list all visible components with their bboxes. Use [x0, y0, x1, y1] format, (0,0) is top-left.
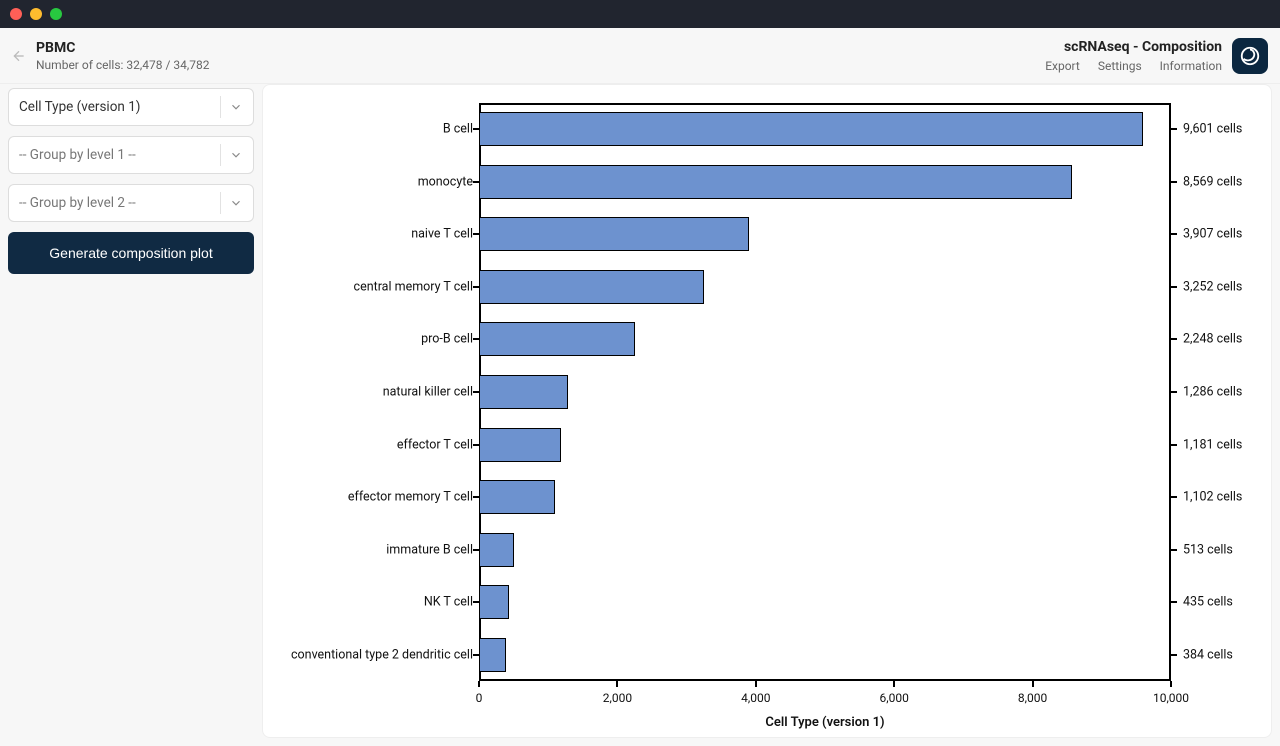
cell-type-select[interactable]: Cell Type (version 1)	[8, 88, 254, 126]
bar	[479, 533, 514, 567]
y-tick-right	[1171, 286, 1177, 288]
x-axis-title: Cell Type (version 1)	[479, 715, 1171, 730]
y-tick-right	[1171, 496, 1177, 498]
chevron-down-icon	[229, 148, 243, 162]
header-right: scRNAseq - Composition Export Settings I…	[1045, 39, 1222, 73]
bar	[479, 322, 635, 356]
value-label: 513 cells	[1183, 542, 1233, 557]
y-tick-right	[1171, 654, 1177, 656]
y-category-label: conventional type 2 dendritic cell	[291, 647, 473, 662]
x-tick	[1170, 681, 1172, 687]
bar	[479, 375, 568, 409]
value-label: 2,248 cells	[1183, 332, 1242, 347]
arrow-left-icon	[11, 48, 27, 64]
chevron-down-icon	[229, 196, 243, 210]
export-link[interactable]: Export	[1045, 59, 1080, 73]
cell-type-select-value: Cell Type (version 1)	[19, 99, 141, 115]
mac-titlebar	[0, 0, 1280, 28]
x-tick	[478, 681, 480, 687]
module-title: scRNAseq - Composition	[1064, 39, 1222, 55]
group-level-1-value: -- Group by level 1 --	[19, 147, 136, 163]
x-tick	[616, 681, 618, 687]
bar	[479, 428, 561, 462]
y-tick-right	[1171, 391, 1177, 393]
y-tick-right	[1171, 338, 1177, 340]
y-tick-right	[1171, 233, 1177, 235]
y-category-label: monocyte	[418, 174, 473, 189]
y-tick-right	[1171, 181, 1177, 183]
settings-link[interactable]: Settings	[1098, 59, 1142, 73]
logo-swirl-icon	[1239, 45, 1261, 67]
bar	[479, 112, 1143, 146]
x-tick-label: 4,000	[741, 691, 770, 705]
value-label: 8,569 cells	[1183, 174, 1242, 189]
composition-bar-chart: Cell Type (version 1) B cell9,601 cellsm…	[281, 103, 1253, 725]
x-tick	[1032, 681, 1034, 687]
value-label: 9,601 cells	[1183, 122, 1242, 137]
x-tick-label: 8,000	[1018, 691, 1047, 705]
bar	[479, 270, 704, 304]
value-label: 1,181 cells	[1183, 437, 1242, 452]
y-category-label: central memory T cell	[354, 279, 473, 294]
select-divider	[220, 144, 221, 166]
group-level-2-select[interactable]: -- Group by level 2 --	[8, 184, 254, 222]
select-divider	[220, 96, 221, 118]
group-level-1-select[interactable]: -- Group by level 1 --	[8, 136, 254, 174]
title-block: PBMC Number of cells: 32,478 / 34,782	[36, 40, 209, 72]
y-category-label: effector T cell	[397, 437, 473, 452]
x-tick-label: 10,000	[1153, 691, 1189, 705]
y-category-label: natural killer cell	[383, 385, 473, 400]
chart-panel: Cell Type (version 1) B cell 9,601 cells m…	[262, 84, 1272, 738]
top-bar: PBMC Number of cells: 32,478 / 34,782 sc…	[0, 28, 1280, 84]
back-button[interactable]	[8, 45, 30, 67]
cell-count-subtitle: Number of cells: 32,478 / 34,782	[36, 58, 209, 72]
chevron-down-icon	[229, 100, 243, 114]
y-category-label: NK T cell	[424, 595, 473, 610]
y-category-label: effector memory T cell	[348, 490, 473, 505]
bar	[479, 480, 555, 514]
value-label: 1,286 cells	[1183, 385, 1242, 400]
value-label: 3,907 cells	[1183, 227, 1242, 242]
bar	[479, 217, 749, 251]
select-divider	[220, 192, 221, 214]
value-label: 1,102 cells	[1183, 490, 1242, 505]
x-tick	[755, 681, 757, 687]
page-title: PBMC	[36, 40, 209, 56]
value-label: 435 cells	[1183, 595, 1233, 610]
y-category-label: naive T cell	[411, 227, 473, 242]
y-category-label: immature B cell	[386, 542, 473, 557]
bar	[479, 638, 506, 672]
window-minimize-button[interactable]	[30, 8, 42, 20]
y-tick-right	[1171, 128, 1177, 130]
group-level-2-value: -- Group by level 2 --	[19, 195, 136, 211]
x-tick-label: 2,000	[603, 691, 632, 705]
x-tick-label: 0	[476, 691, 483, 705]
window-maximize-button[interactable]	[50, 8, 62, 20]
y-category-label: B cell	[443, 122, 473, 137]
y-tick-right	[1171, 601, 1177, 603]
sidebar: Cell Type (version 1) -- Group by level …	[8, 84, 254, 738]
header-links: Export Settings Information	[1045, 59, 1222, 73]
y-tick-right	[1171, 549, 1177, 551]
y-category-label: pro-B cell	[421, 332, 473, 347]
app-logo	[1232, 38, 1268, 74]
information-link[interactable]: Information	[1160, 59, 1222, 73]
value-label: 384 cells	[1183, 647, 1233, 662]
bar	[479, 585, 509, 619]
x-tick-label: 6,000	[880, 691, 909, 705]
main-area: Cell Type (version 1) -- Group by level …	[0, 84, 1280, 746]
x-tick	[893, 681, 895, 687]
y-tick-right	[1171, 444, 1177, 446]
bar	[479, 165, 1072, 199]
app-window: PBMC Number of cells: 32,478 / 34,782 sc…	[0, 0, 1280, 746]
window-close-button[interactable]	[10, 8, 22, 20]
generate-plot-button[interactable]: Generate composition plot	[8, 232, 254, 274]
value-label: 3,252 cells	[1183, 279, 1242, 294]
